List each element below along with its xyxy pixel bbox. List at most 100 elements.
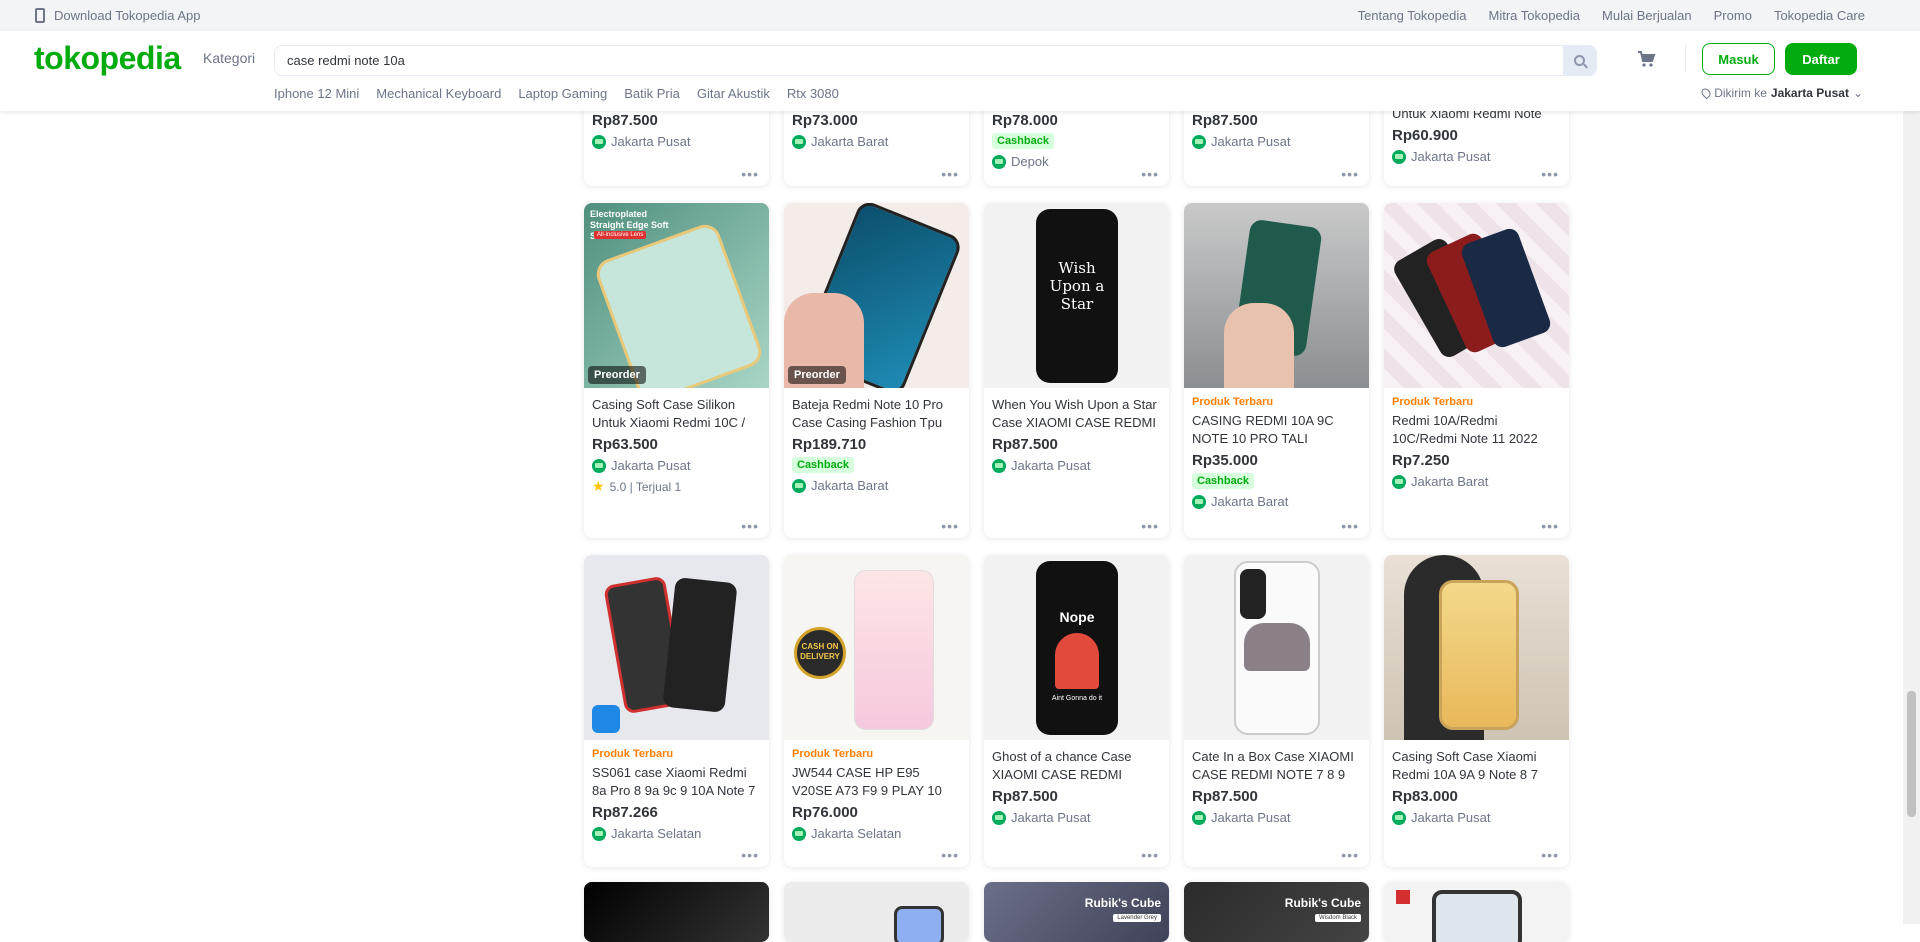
product-card[interactable]: Produk Terbaru Redmi 10A/Redmi 10C/Redmi… — [1384, 203, 1569, 538]
product-card[interactable]: Nope Aint Gonna do it Ghost of a chance … — [984, 555, 1169, 867]
more-options-icon[interactable]: ••• — [941, 519, 959, 533]
tokopedia-logo[interactable]: tokopedia — [34, 40, 181, 77]
download-app-label: Download Tokopedia App — [54, 8, 201, 23]
more-options-icon[interactable]: ••• — [1341, 167, 1359, 181]
product-card[interactable]: Cate In a Box Case XIAOMI CASE REDMI NOT… — [1184, 555, 1369, 867]
product-card[interactable] — [1384, 882, 1569, 942]
product-location: Depok — [1011, 154, 1049, 169]
product-card[interactable]: Produk Terbaru CASING REDMI 10A 9C NOTE … — [1184, 203, 1369, 538]
product-card[interactable]: Rubik's Cube Wisdom Black — [1184, 882, 1369, 942]
product-image[interactable]: Nope Aint Gonna do it — [984, 555, 1169, 740]
brand-logo — [592, 705, 620, 733]
more-options-icon[interactable]: ••• — [1541, 519, 1559, 533]
delivery-location[interactable]: Dikirim ke Jakarta Pusat ⌄ — [1699, 86, 1863, 100]
product-image[interactable]: Wish Upon a Star — [984, 203, 1169, 388]
cart-icon[interactable] — [1636, 49, 1656, 69]
chevron-down-icon: ⌄ — [1852, 86, 1863, 100]
product-price: Rp35.000 — [1192, 452, 1258, 469]
kategori-menu[interactable]: Kategori — [203, 50, 255, 66]
preorder-badge: Preorder — [588, 366, 646, 384]
product-card[interactable] — [584, 882, 769, 942]
product-image[interactable]: Electroplated Straight Edge Soft Shell A… — [584, 203, 769, 388]
link-promo[interactable]: Promo — [1714, 8, 1752, 23]
link-mitra[interactable]: Mitra Tokopedia — [1488, 8, 1580, 23]
shop-badge-icon — [592, 826, 606, 841]
more-options-icon[interactable]: ••• — [741, 167, 759, 181]
suggestion-item[interactable]: Laptop Gaming — [518, 86, 607, 101]
more-options-icon[interactable]: ••• — [941, 848, 959, 862]
more-options-icon[interactable]: ••• — [1141, 848, 1159, 862]
product-location: Jakarta Barat — [1411, 474, 1489, 489]
more-options-icon[interactable]: ••• — [941, 167, 959, 181]
more-options-icon[interactable]: ••• — [1141, 519, 1159, 533]
product-image[interactable] — [1384, 882, 1569, 942]
shop-badge-icon — [592, 134, 606, 149]
product-card[interactable]: Electroplated Straight Edge Soft Shell A… — [584, 203, 769, 538]
rubik-variant: Wisdom Black — [1314, 914, 1361, 922]
location-pin-icon — [1699, 86, 1713, 100]
product-price: Rp87.500 — [992, 436, 1058, 453]
product-image[interactable] — [1184, 203, 1369, 388]
product-location: Jakarta Pusat — [1411, 149, 1491, 164]
more-options-icon[interactable]: ••• — [1541, 167, 1559, 181]
suggestion-item[interactable]: Gitar Akustik — [697, 86, 770, 101]
product-card[interactable]: CASH ON DELIVERY Produk Terbaru JW544 CA… — [784, 555, 969, 867]
cashback-badge: Cashback — [792, 457, 854, 473]
more-options-icon[interactable]: ••• — [741, 848, 759, 862]
product-image[interactable]: Rubik's Cube Wisdom Black — [1184, 882, 1369, 942]
product-image[interactable]: CASH ON DELIVERY — [784, 555, 969, 740]
search-button[interactable] — [1563, 46, 1596, 75]
page-scrollbar[interactable] — [1903, 111, 1920, 924]
suggestion-item[interactable]: Mechanical Keyboard — [376, 86, 501, 101]
new-product-label: Produk Terbaru — [1192, 396, 1274, 408]
product-image[interactable] — [1184, 555, 1369, 740]
product-card[interactable]: Preorder Bateja Redmi Note 10 Pro Case C… — [784, 203, 969, 538]
download-app-link[interactable]: Download Tokopedia App — [35, 8, 201, 23]
case-print-subtext: Aint Gonna do it — [1051, 695, 1103, 702]
product-card[interactable]: Wish Upon a Star When You Wish Upon a St… — [984, 203, 1169, 538]
search-input[interactable] — [275, 46, 1535, 75]
product-image[interactable]: Preorder — [784, 203, 969, 388]
image-tag: All-inclusive Lens — [594, 231, 647, 239]
more-options-icon[interactable]: ••• — [1341, 848, 1359, 862]
scrollbar-thumb[interactable] — [1907, 691, 1916, 817]
top-strip: Download Tokopedia App Tentang Tokopedia… — [0, 0, 1920, 31]
shop-badge-icon — [1392, 474, 1406, 489]
product-image[interactable]: Rubik's Cube Lavender Grey — [984, 882, 1169, 942]
product-card[interactable]: Rubik's Cube Lavender Grey — [984, 882, 1169, 942]
shop-badge-icon — [792, 134, 806, 149]
product-name: Cate In a Box Case XIAOMI CASE REDMI NOT… — [1192, 749, 1354, 782]
product-image[interactable] — [584, 882, 769, 942]
more-options-icon[interactable]: ••• — [741, 519, 759, 533]
ghost-shape — [1055, 633, 1099, 689]
search-suggestions: Iphone 12 Mini Mechanical Keyboard Lapto… — [274, 86, 839, 101]
product-image[interactable] — [584, 555, 769, 740]
masuk-button[interactable]: Masuk — [1702, 43, 1775, 75]
main-header: tokopedia Kategori Masuk Daftar Iphone 1… — [0, 31, 1920, 111]
product-card[interactable] — [784, 882, 969, 942]
more-options-icon[interactable]: ••• — [1141, 167, 1159, 181]
product-image[interactable] — [784, 882, 969, 942]
link-tentang[interactable]: Tentang Tokopedia — [1358, 8, 1467, 23]
product-price: Rp83.000 — [1392, 788, 1458, 805]
top-links: Tentang Tokopedia Mitra Tokopedia Mulai … — [1358, 8, 1865, 23]
product-location: Jakarta Barat — [811, 478, 889, 493]
suggestion-item[interactable]: Rtx 3080 — [787, 86, 839, 101]
more-options-icon[interactable]: ••• — [1541, 848, 1559, 862]
product-price: Rp87.500 — [1192, 788, 1258, 805]
shop-badge-icon — [1392, 149, 1406, 164]
phone-case-shape: Nope Aint Gonna do it — [1036, 561, 1118, 735]
more-options-icon[interactable]: ••• — [1341, 519, 1359, 533]
suggestion-item[interactable]: Iphone 12 Mini — [274, 86, 359, 101]
link-mulai-berjualan[interactable]: Mulai Berjualan — [1602, 8, 1692, 23]
product-image[interactable] — [1384, 203, 1569, 388]
product-card[interactable]: Produk Terbaru SS061 case Xiaomi Redmi 8… — [584, 555, 769, 867]
phone-case-shape — [854, 570, 934, 730]
camera-module — [1240, 569, 1266, 619]
link-care[interactable]: Tokopedia Care — [1774, 8, 1865, 23]
daftar-button[interactable]: Daftar — [1785, 43, 1857, 75]
suggestion-item[interactable]: Batik Pria — [624, 86, 680, 101]
shop-badge-icon — [992, 810, 1006, 825]
product-image[interactable] — [1384, 555, 1569, 740]
product-card[interactable]: Casing Soft Case Xiaomi Redmi 10A 9A 9 N… — [1384, 555, 1569, 867]
